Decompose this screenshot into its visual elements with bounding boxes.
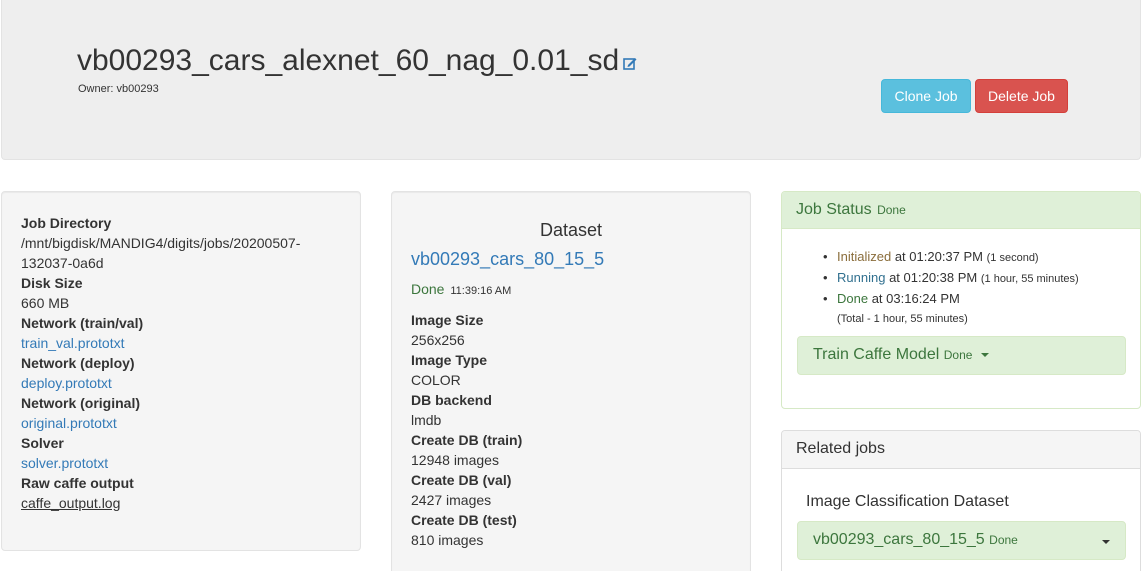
db-backend-value: lmdb: [411, 412, 442, 428]
trainval-prototxt-link[interactable]: train_val.prototxt: [21, 335, 125, 351]
create-db-val-label: Create DB (val): [411, 472, 512, 488]
owner-label: Owner:: [78, 83, 114, 95]
create-db-val-value: 2427 images: [411, 492, 492, 508]
status-state: Done: [837, 291, 869, 306]
original-prototxt-link[interactable]: original.prototxt: [21, 415, 117, 431]
status-time: at 01:20:38 PM: [889, 270, 978, 285]
status-item-initialized: Initialized at 01:20:37 PM (1 second): [823, 247, 1079, 268]
dataset-status-text: Done: [411, 281, 445, 297]
status-duration: (1 second): [986, 252, 1039, 264]
status-history-list: Initialized at 01:20:37 PM (1 second) Ru…: [823, 247, 1079, 329]
related-job-name: vb00293_cars_80_15_5: [813, 531, 985, 548]
status-item-done: Done at 03:16:24 PM: [823, 289, 1079, 309]
clone-job-button[interactable]: Clone Job: [881, 79, 971, 113]
train-caffe-model-dropdown[interactable]: Train Caffe Model Done: [797, 336, 1126, 375]
status-duration: (1 hour, 55 minutes): [980, 273, 1079, 285]
image-size-label: Image Size: [411, 312, 484, 328]
status-state: Running: [837, 270, 886, 285]
owner-name: vb00293: [116, 83, 159, 95]
status-state: Initialized: [837, 249, 892, 264]
related-dataset-dropdown[interactable]: vb00293_cars_80_15_5 Done: [797, 521, 1126, 560]
job-info-list: Job Directory /mnt/bigdisk/MANDIG4/digit…: [21, 213, 341, 513]
dataset-well: Dataset vb00293_cars_80_15_5 Done 11:39:…: [391, 191, 751, 571]
disk-size-label: Disk Size: [21, 275, 83, 291]
network-deploy-label: Network (deploy): [21, 355, 135, 371]
dataset-heading: Dataset: [539, 220, 603, 240]
dataset-info-list: Image Size 256x256 Image Type COLOR DB b…: [411, 310, 731, 550]
job-status-state: Done: [877, 203, 906, 217]
solver-prototxt-link[interactable]: solver.prototxt: [21, 455, 108, 471]
related-jobs-panel: Related jobs Image Classification Datase…: [781, 430, 1141, 571]
job-directory-value: /mnt/bigdisk/MANDIG4/digits/jobs/2020050…: [21, 235, 301, 271]
create-db-train-label: Create DB (train): [411, 432, 523, 448]
deploy-prototxt-link[interactable]: deploy.prototxt: [21, 375, 112, 391]
create-db-test-value: 810 images: [411, 532, 484, 548]
owner-line: Owner: vb00293: [78, 83, 159, 95]
job-status-heading: Job Status Done: [782, 192, 1140, 229]
dataset-status-time: 11:39:16 AM: [450, 285, 512, 297]
image-type-label: Image Type: [411, 352, 487, 368]
create-db-test-label: Create DB (test): [411, 512, 517, 528]
caret-down-icon: [1102, 540, 1110, 544]
status-total: (Total - 1 hour, 55 minutes): [837, 313, 968, 325]
network-original-label: Network (original): [21, 395, 141, 411]
job-title: vb00293_cars_alexnet_60_nag_0.01_sd: [77, 44, 637, 78]
caffe-output-log-link[interactable]: caffe_output.log: [21, 495, 120, 511]
task-name: Train Caffe Model: [813, 346, 940, 363]
caret-down-icon: [980, 352, 989, 357]
related-jobs-heading: Related jobs: [782, 431, 1140, 469]
dataset-name-link[interactable]: vb00293_cars_80_15_5: [411, 249, 604, 270]
create-db-train-value: 12948 images: [411, 452, 499, 468]
image-type-value: COLOR: [411, 372, 461, 388]
status-time: at 03:16:24 PM: [871, 291, 960, 306]
network-trainval-label: Network (train/val): [21, 315, 144, 331]
raw-output-label: Raw caffe output: [21, 475, 134, 491]
image-size-value: 256x256: [411, 332, 465, 348]
job-status-title: Job Status: [796, 201, 872, 218]
related-job-type: Image Classification Dataset: [806, 493, 1009, 510]
dataset-status: Done 11:39:16 AM: [411, 281, 511, 297]
job-info-well: Job Directory /mnt/bigdisk/MANDIG4/digit…: [1, 191, 361, 551]
job-status-panel: Job Status Done Initialized at 01:20:37 …: [781, 191, 1141, 409]
job-directory-label: Job Directory: [21, 215, 112, 231]
related-job-state: Done: [989, 533, 1018, 547]
job-header: vb00293_cars_alexnet_60_nag_0.01_sd Owne…: [1, 0, 1141, 160]
task-state: Done: [943, 348, 973, 362]
disk-size-value: 660 MB: [21, 295, 70, 311]
status-item-running: Running at 01:20:38 PM (1 hour, 55 minut…: [823, 268, 1079, 289]
edit-icon[interactable]: [623, 44, 637, 78]
delete-job-button[interactable]: Delete Job: [975, 79, 1068, 113]
status-time: at 01:20:37 PM: [894, 249, 983, 264]
solver-label: Solver: [21, 435, 64, 451]
job-title-text: vb00293_cars_alexnet_60_nag_0.01_sd: [77, 44, 620, 77]
db-backend-label: DB backend: [411, 392, 492, 408]
